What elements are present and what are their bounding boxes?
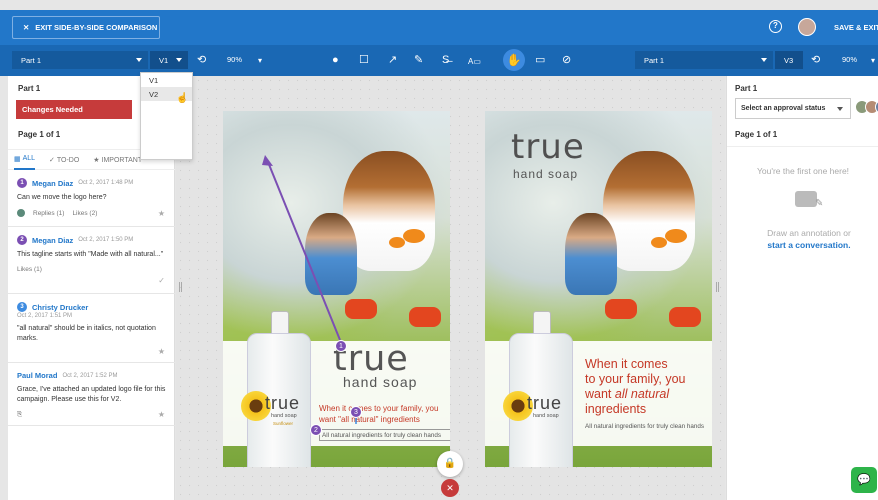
- approval-status-select[interactable]: Select an approval status: [735, 98, 851, 119]
- chat-icon[interactable]: 💬: [851, 467, 877, 493]
- photo-child: [565, 213, 617, 295]
- photo-glove: [669, 307, 701, 327]
- annotation-pin-1[interactable]: 1: [335, 340, 347, 352]
- reviewer-avatars[interactable]: [855, 100, 878, 114]
- empty-state-line: Draw an annotation or: [767, 228, 851, 238]
- part-title: Part 1: [735, 84, 758, 93]
- right-comments-panel: Part 1 Select an approval status Page 1 …: [726, 76, 878, 500]
- tagline-text: When it comes to your family, you want a…: [585, 357, 686, 416]
- page-label: Page 1 of 1: [735, 130, 778, 139]
- photo-glove: [605, 299, 637, 319]
- start-conversation-link[interactable]: start a conversation.: [763, 240, 855, 250]
- brand-logo: true: [511, 127, 585, 167]
- version-dropdown[interactable]: V1 V2: [140, 72, 193, 160]
- empty-state-title: You're the first one here!: [757, 166, 850, 176]
- photo-flower: [651, 237, 667, 248]
- lock-icon[interactable]: 🔒: [437, 451, 463, 477]
- brand-sub: hand soap: [513, 167, 579, 181]
- natural-line: All natural ingredients for truly clean …: [585, 423, 705, 430]
- divider: [727, 146, 878, 147]
- bottle-sub: hand soap: [533, 413, 559, 419]
- chat-bubble-icon: [795, 191, 817, 207]
- annotation-pin-3[interactable]: 3: [350, 406, 362, 418]
- close-icon[interactable]: ✕: [441, 479, 459, 497]
- approval-placeholder: Select an approval status: [741, 105, 826, 112]
- photo-flower: [665, 229, 687, 243]
- pencil-icon: ✎: [815, 198, 824, 209]
- bottle-logo: true: [527, 393, 563, 413]
- annotation-pin-2[interactable]: 2: [310, 424, 322, 436]
- hand-cursor-icon: ☝: [176, 93, 189, 104]
- version-option-v1[interactable]: V1: [141, 73, 192, 87]
- proof-image-right[interactable]: true hand soap true hand soap When it co…: [485, 111, 712, 467]
